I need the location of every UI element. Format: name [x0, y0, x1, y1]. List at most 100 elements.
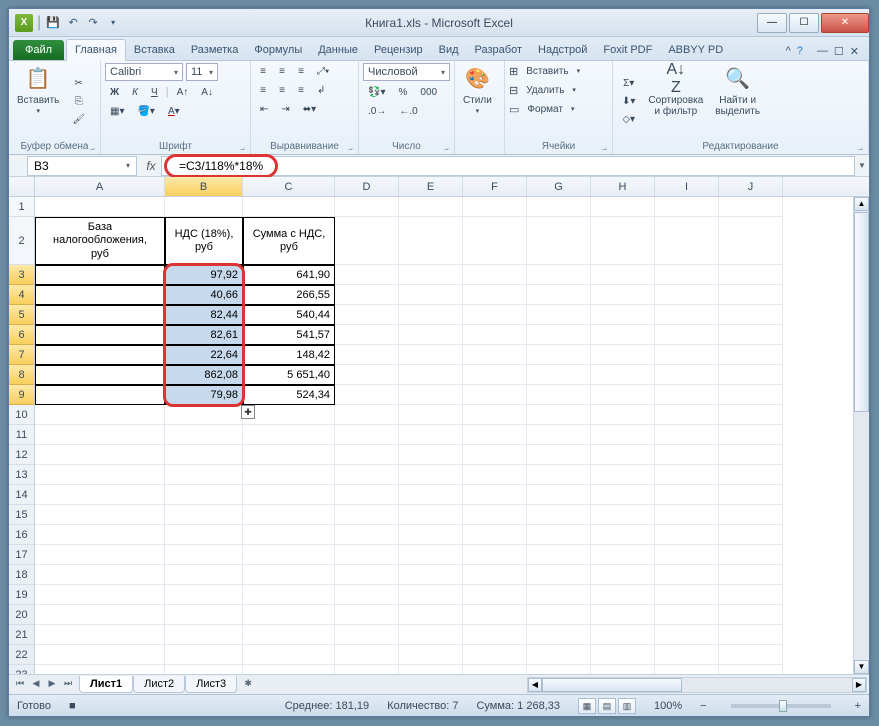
increase-decimal-icon[interactable]: .0→ — [363, 103, 391, 119]
font-name-combo[interactable]: Calibri — [105, 63, 183, 81]
align-center-icon[interactable]: ≡ — [274, 82, 290, 98]
cells-delete-button[interactable]: Удалить — [521, 82, 569, 98]
align-left-icon[interactable]: ≡ — [255, 82, 271, 98]
paste-button[interactable]: 📋 Вставить ▾ — [13, 63, 63, 140]
row-header[interactable]: 8 — [9, 365, 34, 385]
cell[interactable]: 82,44 — [165, 305, 243, 325]
increase-indent-icon[interactable]: ⇥ — [276, 101, 294, 117]
formula-expand-icon[interactable]: ▼ — [855, 161, 869, 170]
sheet-tab-3[interactable]: Лист3 — [185, 676, 237, 693]
scroll-left-icon[interactable]: ◀ — [528, 678, 542, 692]
tab-prev-icon[interactable]: ◀ — [29, 678, 43, 692]
tab-review[interactable]: Рецензир — [366, 40, 431, 60]
cell[interactable]: 540,44 — [243, 305, 335, 325]
save-icon[interactable]: 💾 — [45, 15, 61, 31]
font-color-icon[interactable]: A▾ — [163, 103, 185, 119]
row-header[interactable]: 5 — [9, 305, 34, 325]
row-header[interactable]: 9 — [9, 385, 34, 405]
tab-layout[interactable]: Разметка — [183, 40, 247, 60]
tab-developer[interactable]: Разработ — [467, 40, 530, 60]
row-header[interactable]: 22 — [9, 645, 34, 665]
worksheet-grid[interactable]: 1 2 3 4 5 6 7 8 9 10 11 12 13 14 15 16 1… — [9, 177, 869, 674]
new-sheet-icon[interactable]: ✱ — [241, 678, 255, 692]
workbook-close-icon[interactable]: ✕ — [850, 45, 859, 58]
fill-icon[interactable]: ⬇▾ — [617, 94, 640, 110]
help-icon[interactable]: ? — [797, 45, 803, 58]
styles-button[interactable]: 🎨 Стили ▾ — [459, 63, 496, 140]
cell-header-a[interactable]: База налогообложения, руб — [35, 217, 165, 265]
font-size-combo[interactable]: 11 — [186, 63, 218, 81]
cell[interactable]: 82,61 — [165, 325, 243, 345]
merge-cells-icon[interactable]: ⬌▾ — [298, 101, 321, 117]
vertical-scrollbar[interactable]: ▲ ▼ — [853, 197, 869, 674]
row-header[interactable]: 21 — [9, 625, 34, 645]
col-header[interactable]: I — [655, 177, 719, 196]
cell-header-c[interactable]: Сумма с НДС, руб — [243, 217, 335, 265]
clear-icon[interactable]: ◇▾ — [617, 112, 640, 128]
view-page-break-icon[interactable]: ▥ — [618, 698, 636, 714]
tab-next-icon[interactable]: ▶ — [45, 678, 59, 692]
workbook-minimize-icon[interactable]: — — [817, 45, 828, 58]
workbook-restore-icon[interactable]: ☐ — [834, 45, 844, 58]
orientation-icon[interactable]: ⤢▾ — [312, 63, 334, 79]
maximize-button[interactable]: ☐ — [789, 13, 819, 33]
col-header[interactable]: E — [399, 177, 463, 196]
cells-insert-button[interactable]: Вставить — [521, 63, 573, 79]
cell-header-b[interactable]: НДС (18%), руб — [165, 217, 243, 265]
tab-addins[interactable]: Надстрой — [530, 40, 595, 60]
wrap-text-icon[interactable]: ↲ — [312, 82, 330, 98]
select-all-corner[interactable] — [9, 177, 34, 197]
zoom-slider[interactable] — [731, 704, 831, 708]
align-top-icon[interactable]: ≡ — [255, 63, 271, 79]
row-header[interactable]: 14 — [9, 485, 34, 505]
row-header[interactable]: 10 — [9, 405, 34, 425]
copy-icon[interactable]: ⎘ — [67, 94, 90, 110]
number-format-combo[interactable]: Числовой — [363, 63, 450, 81]
redo-icon[interactable]: ↷ — [85, 15, 101, 31]
col-header[interactable]: G — [527, 177, 591, 196]
sheet-tab-2[interactable]: Лист2 — [133, 676, 185, 693]
tab-formulas[interactable]: Формулы — [246, 40, 310, 60]
align-middle-icon[interactable]: ≡ — [274, 63, 290, 79]
increase-font-icon[interactable]: A↑ — [172, 84, 194, 100]
name-box[interactable]: B3 — [27, 156, 137, 176]
row-header[interactable]: 16 — [9, 525, 34, 545]
cell[interactable]: 862,08 — [165, 365, 243, 385]
cell[interactable]: 22,64 — [165, 345, 243, 365]
col-header[interactable]: H — [591, 177, 655, 196]
col-header[interactable]: D — [335, 177, 399, 196]
row-header[interactable]: 7 — [9, 345, 34, 365]
cell[interactable]: 266,55 — [243, 285, 335, 305]
fx-icon[interactable]: fx — [141, 159, 161, 173]
tab-last-icon[interactable]: ⏭ — [61, 678, 75, 692]
ribbon-minimize-icon[interactable]: ^ — [786, 45, 791, 58]
zoom-out-icon[interactable]: − — [700, 700, 706, 712]
sort-filter-button[interactable]: A↓Z Сортировка и фильтр — [644, 63, 707, 140]
percent-icon[interactable]: % — [393, 84, 412, 100]
tab-data[interactable]: Данные — [310, 40, 366, 60]
tab-home[interactable]: Главная — [66, 39, 126, 61]
zoom-in-icon[interactable]: + — [855, 700, 861, 712]
cell[interactable]: 541,57 — [243, 325, 335, 345]
col-header[interactable]: C — [243, 177, 335, 196]
horizontal-scrollbar[interactable]: ◀ ▶ — [255, 677, 869, 693]
formula-input[interactable]: =C3/118%*18% — [161, 156, 855, 176]
row-header[interactable]: 2 — [9, 217, 34, 265]
vscroll-thumb[interactable] — [854, 212, 869, 412]
tab-view[interactable]: Вид — [431, 40, 467, 60]
undo-icon[interactable]: ↶ — [65, 15, 81, 31]
currency-icon[interactable]: 💱▾ — [363, 84, 390, 100]
cell[interactable]: 524,34 — [243, 385, 335, 405]
decrease-indent-icon[interactable]: ⇤ — [255, 101, 273, 117]
qat-customize-icon[interactable]: ▾ — [105, 15, 121, 31]
align-right-icon[interactable]: ≡ — [293, 82, 309, 98]
zoom-thumb[interactable] — [779, 700, 787, 712]
tab-file[interactable]: Файл — [13, 40, 64, 60]
tab-foxit[interactable]: Foxit PDF — [595, 40, 660, 60]
cell[interactable]: 148,42 — [243, 345, 335, 365]
row-header[interactable]: 15 — [9, 505, 34, 525]
row-header[interactable]: 18 — [9, 565, 34, 585]
row-header[interactable]: 23 — [9, 665, 34, 674]
border-icon[interactable]: ▦▾ — [105, 103, 129, 119]
format-painter-icon[interactable]: 🖌 — [67, 112, 90, 128]
